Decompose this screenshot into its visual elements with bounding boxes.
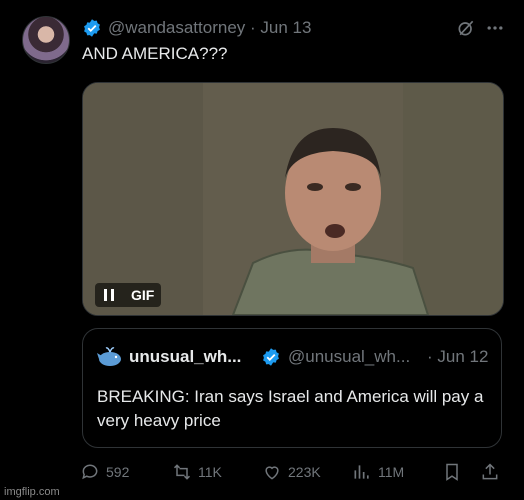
imgflip-watermark: imgflip.com: [4, 486, 60, 498]
share-button[interactable]: [480, 462, 506, 482]
retweet-count: 11K: [198, 464, 222, 480]
like-count: 223K: [288, 464, 321, 480]
grok-icon[interactable]: [456, 18, 476, 38]
verified-icon: [84, 19, 100, 37]
retweet-button[interactable]: 11K: [172, 462, 222, 482]
reply-count: 592: [106, 464, 130, 480]
views-count: 11M: [378, 464, 405, 480]
like-icon: [265, 466, 279, 480]
quote-text: BREAKING: Iran says Israel and America w…: [97, 387, 484, 430]
pause-icon[interactable]: [101, 287, 117, 303]
views-icon: [354, 465, 369, 479]
reply-button[interactable]: 592: [80, 462, 129, 482]
bookmark-button[interactable]: [442, 462, 468, 482]
tweet-handle-date[interactable]: @wandasattorney · Jun 13: [108, 18, 311, 38]
reply-icon: [82, 464, 98, 480]
verified-icon: [263, 348, 279, 366]
retweet-icon: [173, 464, 191, 480]
quote-date[interactable]: · Jun 12: [427, 347, 488, 367]
quoted-tweet[interactable]: unusual_wh... @unusual_wh... · Jun 12 BR…: [82, 328, 502, 448]
tweet-text: AND AMERICA???: [82, 44, 228, 63]
whale-icon: [97, 347, 121, 366]
avatar[interactable]: [22, 16, 70, 64]
bookmark-icon: [446, 463, 458, 481]
more-icon[interactable]: [484, 18, 506, 38]
action-bar: 592 11K 223K 11M: [80, 462, 510, 486]
views-button[interactable]: 11M: [352, 462, 404, 482]
like-button[interactable]: 223K: [262, 462, 321, 482]
gif-controls[interactable]: GIF: [95, 283, 161, 307]
quote-name[interactable]: unusual_wh...: [129, 347, 241, 367]
share-icon: [482, 463, 498, 480]
quote-handle[interactable]: @unusual_wh...: [288, 347, 410, 367]
gif-frame: [83, 83, 503, 315]
gif-label: GIF: [131, 287, 155, 303]
gif-media[interactable]: GIF: [82, 82, 504, 316]
tweet-header: @wandasattorney · Jun 13: [82, 16, 506, 42]
